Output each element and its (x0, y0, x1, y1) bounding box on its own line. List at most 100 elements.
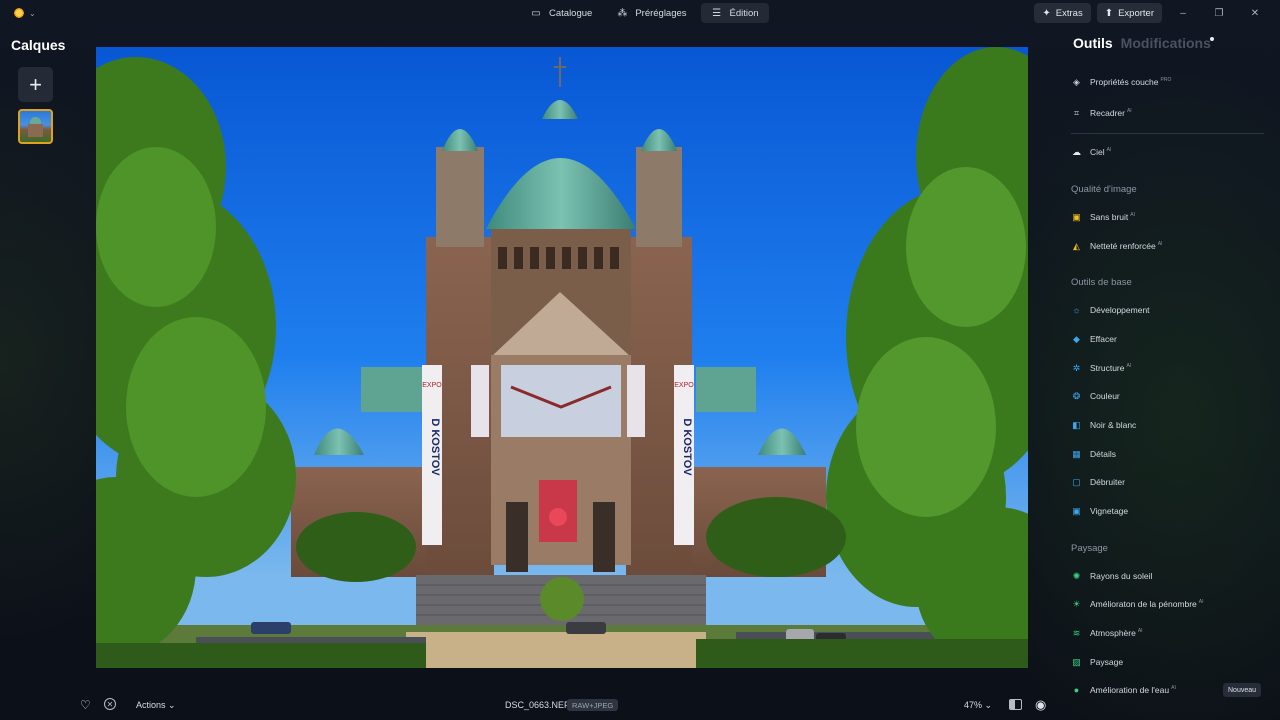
tab-presets[interactable]: ⁂ Préréglages (606, 3, 696, 23)
tool-sunrays[interactable]: ✺ Rayons du soleil (1071, 569, 1153, 583)
tool-details-label: Détails (1090, 449, 1116, 459)
tool-color-label: Couleur (1090, 391, 1120, 401)
tool-landscape[interactable]: ▨ Paysage (1071, 655, 1123, 669)
tool-sharpen[interactable]: ◭ Netteté renforcée AI (1071, 239, 1162, 253)
tool-noiseless[interactable]: ▣ Sans bruit AI (1071, 210, 1135, 224)
reject-icon[interactable]: ✕ (104, 698, 116, 710)
tool-dusk-enhance[interactable]: ☀ Amélioraton de la pénombre AI (1071, 597, 1204, 611)
tool-black-white[interactable]: ◧ Noir & blanc (1071, 418, 1136, 432)
tool-sharpen-label: Netteté renforcée AI (1090, 241, 1163, 251)
tool-layer-properties[interactable]: ◈ Propriétés couche PRO (1071, 75, 1171, 89)
vignette-icon: ▣ (1072, 505, 1081, 516)
tool-sky-label: Ciel AI (1090, 147, 1112, 157)
titlebar-actions: ✦ Extras ⬆ Exporter – ❐ ✕ (1034, 3, 1270, 23)
section-basic-tools: Outils de base (1071, 277, 1132, 288)
main-tabs: ▭ Catalogue ⁂ Préréglages ☰ Édition (520, 3, 769, 23)
filename: DSC_0663.NEF (505, 700, 570, 710)
layer-thumbnail[interactable] (18, 109, 53, 144)
landscape-icon: ▨ (1072, 656, 1081, 667)
tab-modifications[interactable]: Modifications (1121, 35, 1211, 51)
export-label: Exporter (1118, 7, 1154, 19)
details-icon: ▦ (1072, 448, 1081, 459)
tab-catalogue[interactable]: ▭ Catalogue (520, 3, 602, 23)
title-bar: ⌄ ▭ Catalogue ⁂ Préréglages ☰ Édition ✦ … (0, 0, 1280, 26)
tool-develop-label: Développement (1090, 305, 1150, 315)
folder-icon: ▭ (531, 7, 541, 19)
crop-icon: ⌗ (1073, 107, 1080, 118)
eraser-icon: ◆ (1073, 333, 1080, 344)
sparkle-icon: ✦ (1042, 7, 1051, 19)
zoom-level[interactable]: 47% ⌄ (964, 700, 992, 711)
tab-tools[interactable]: Outils (1073, 35, 1113, 51)
tool-noiseless-label: Sans bruit AI (1090, 212, 1136, 222)
actions-menu[interactable]: Actions ⌄ (136, 700, 176, 711)
tool-landscape-label: Paysage (1090, 657, 1124, 667)
tab-catalogue-label: Catalogue (549, 7, 593, 19)
tool-develop[interactable]: ☼ Développement (1071, 303, 1150, 317)
tool-color[interactable]: ❂ Couleur (1071, 389, 1120, 403)
tool-crop[interactable]: ⌗ Recadrer AI (1071, 106, 1132, 120)
app-menu-button[interactable]: ⌄ (12, 5, 40, 21)
tools-tabs: Outils Modifications (1073, 35, 1211, 51)
extras-label: Extras (1055, 7, 1083, 19)
sun-logo-icon (12, 6, 26, 20)
compare-split-icon[interactable] (1009, 699, 1022, 710)
tool-vignette[interactable]: ▣ Vignetage (1071, 504, 1128, 518)
thumbnail-building (28, 124, 43, 137)
tool-sunrays-label: Rayons du soleil (1090, 571, 1153, 581)
chevron-down-icon: ⌄ (29, 8, 36, 18)
tool-structure[interactable]: ✲ Structure AI (1071, 361, 1132, 375)
svg-text:D KOSTOV: D KOSTOV (681, 418, 693, 476)
tool-vignette-label: Vignetage (1090, 506, 1129, 516)
color-icon: ❂ (1072, 390, 1081, 401)
extras-button[interactable]: ✦ Extras (1034, 3, 1091, 23)
tool-erase[interactable]: ◆ Effacer (1071, 332, 1117, 346)
tab-edit[interactable]: ☰ Édition (700, 3, 769, 23)
plus-icon: + (29, 71, 42, 97)
divider (1071, 133, 1264, 134)
export-button[interactable]: ⬆ Exporter (1096, 3, 1162, 23)
add-layer-button[interactable]: + (18, 67, 53, 102)
restore-icon[interactable]: ❐ (1204, 8, 1234, 19)
tool-black-white-label: Noir & blanc (1090, 420, 1137, 430)
modifications-indicator-dot (1210, 37, 1214, 41)
sunset-icon: ☀ (1072, 598, 1081, 609)
tool-layer-properties-label: Propriétés couche PRO (1090, 77, 1172, 87)
format-badge: RAW+JPEG (567, 699, 619, 711)
water-drop-icon: ● (1073, 685, 1080, 695)
tool-crop-label: Recadrer AI (1090, 108, 1132, 118)
sun-icon: ☼ (1072, 305, 1081, 315)
black-white-icon: ◧ (1072, 419, 1081, 430)
section-landscape: Paysage (1071, 543, 1108, 554)
close-icon[interactable]: ✕ (1240, 8, 1270, 19)
tool-atmosphere[interactable]: ≋ Atmosphère AI (1071, 626, 1143, 640)
export-arrow-icon: ⬆ (1104, 7, 1114, 19)
banner-left-text: EXPO (422, 382, 442, 389)
tool-sky[interactable]: ☁ Ciel AI (1071, 145, 1111, 159)
tool-denoise-label: Débruiter (1090, 477, 1125, 487)
heart-icon[interactable]: ♡ (80, 698, 91, 712)
tool-dusk-enhance-label: Amélioraton de la pénombre AI (1090, 599, 1204, 609)
tool-denoise[interactable]: ▢ Débruiter (1071, 475, 1125, 489)
tool-structure-label: Structure AI (1090, 363, 1132, 373)
atmosphere-icon: ≋ (1072, 627, 1081, 638)
tool-erase-label: Effacer (1090, 334, 1117, 344)
tool-details[interactable]: ▦ Détails (1071, 447, 1116, 461)
bottom-bar: ♡ ✕ Actions ⌄ DSC_0663.NEF RAW+JPEG 47% … (0, 695, 1280, 715)
tab-presets-label: Préréglages (635, 7, 687, 19)
sunrays-icon: ✺ (1072, 570, 1081, 581)
basilica-photo: EXPO EXPO D KOSTOV D KOSTOV (96, 47, 1028, 668)
sliders-icon: ☰ (712, 7, 722, 19)
tab-edit-label: Édition (729, 7, 759, 19)
layers-title: Calques (11, 37, 66, 53)
layers-icon: ◈ (1073, 76, 1080, 87)
eye-icon[interactable]: ◉ (1035, 697, 1046, 713)
sharpen-icon: ◭ (1073, 240, 1080, 251)
magic-wand-icon: ⁂ (617, 7, 628, 19)
banner-right-text: EXPO (674, 382, 694, 389)
cloud-icon: ☁ (1072, 146, 1081, 157)
minimize-icon[interactable]: – (1168, 8, 1198, 19)
photo-canvas[interactable]: EXPO EXPO D KOSTOV D KOSTOV (96, 47, 1028, 668)
tool-atmosphere-label: Atmosphère AI (1090, 628, 1143, 638)
section-image-quality: Qualité d'image (1071, 184, 1137, 195)
